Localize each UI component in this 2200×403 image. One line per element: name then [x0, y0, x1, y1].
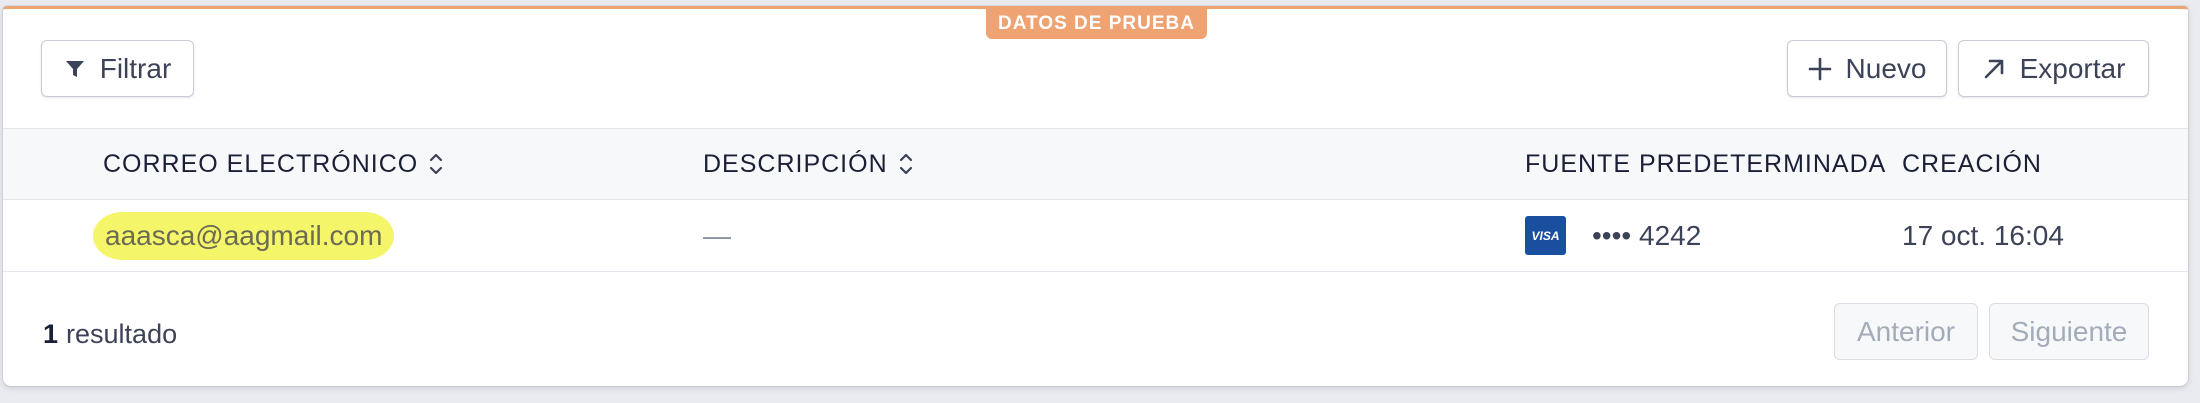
previous-page-button[interactable]: Anterior	[1834, 303, 1978, 360]
new-button-label: Nuevo	[1845, 52, 1927, 84]
plus-icon	[1808, 57, 1832, 81]
filter-icon	[64, 58, 86, 80]
column-header-email[interactable]: CORREO ELECTRÓNICO	[103, 129, 444, 199]
next-page-button[interactable]: Siguiente	[1989, 303, 2149, 360]
sort-icon	[428, 151, 444, 177]
card-masked-number: •••• 4242	[1592, 219, 1702, 251]
export-button-label: Exportar	[2019, 52, 2126, 84]
new-button[interactable]: Nuevo	[1787, 40, 1947, 97]
column-header-description-label: DESCRIPCIÓN	[703, 149, 888, 178]
filter-button[interactable]: Filtrar	[41, 40, 194, 97]
export-button[interactable]: Exportar	[1958, 40, 2149, 97]
cell-description: —	[703, 219, 731, 251]
customer-email[interactable]: aaasca@aagmail.com	[99, 217, 389, 254]
table-row[interactable]: aaasca@aagmail.com — VISA •••• 4242 17 o…	[3, 200, 2188, 272]
column-header-email-label: CORREO ELECTRÓNICO	[103, 149, 419, 178]
column-header-description[interactable]: DESCRIPCIÓN	[703, 129, 914, 199]
sort-icon	[898, 151, 914, 177]
table-header: CORREO ELECTRÓNICO DESCRIPCIÓN FUENTE PR…	[3, 128, 2188, 200]
cell-email[interactable]: aaasca@aagmail.com	[99, 200, 389, 271]
result-count: 1 resultado	[43, 314, 177, 354]
column-header-default-source: FUENTE PREDETERMINADA	[1525, 129, 1886, 199]
column-header-created: CREACIÓN	[1902, 129, 2042, 199]
arrow-up-right-icon	[1982, 57, 2006, 81]
test-data-badge: DATOS DE PRUEBA	[986, 9, 1207, 39]
cell-default-source: VISA •••• 4242	[1525, 200, 1701, 271]
cell-created: 17 oct. 16:04	[1902, 219, 2064, 251]
filter-button-label: Filtrar	[99, 52, 172, 84]
result-count-label: resultado	[66, 318, 178, 349]
customers-panel: DATOS DE PRUEBA Filtrar Nuevo Exportar C…	[3, 6, 2188, 386]
column-header-default-source-label: FUENTE PREDETERMINADA	[1525, 149, 1887, 178]
result-count-number: 1	[43, 318, 59, 349]
visa-card-icon: VISA	[1525, 216, 1566, 255]
column-header-created-label: CREACIÓN	[1902, 149, 2042, 178]
